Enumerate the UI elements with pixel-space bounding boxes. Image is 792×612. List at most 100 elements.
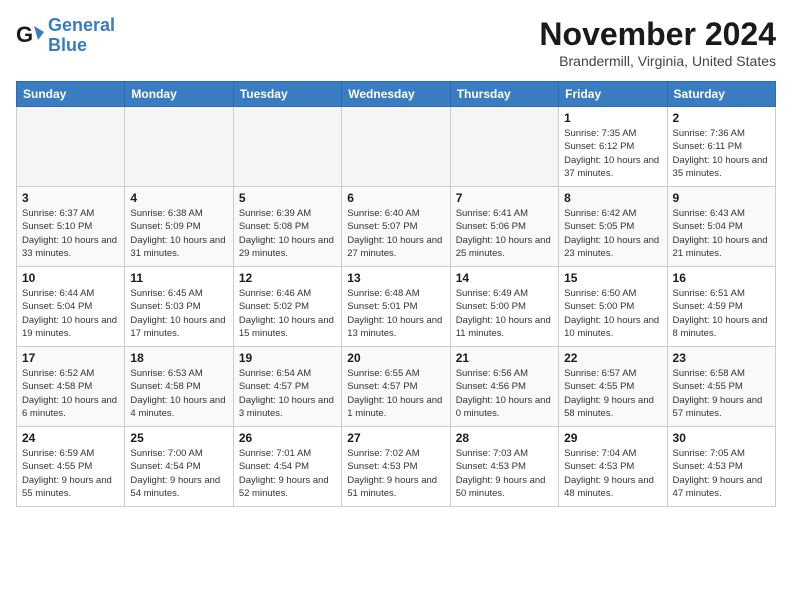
day-number: 19 [239, 351, 336, 365]
calendar-cell [450, 107, 558, 187]
day-info: Sunrise: 6:53 AM Sunset: 4:58 PM Dayligh… [130, 367, 227, 420]
calendar-cell [17, 107, 125, 187]
calendar-cell: 6 Sunrise: 6:40 AM Sunset: 5:07 PM Daylig… [342, 187, 450, 267]
day-number: 24 [22, 431, 119, 445]
weekday-header: Saturday [667, 82, 775, 107]
day-info: Sunrise: 6:58 AM Sunset: 4:55 PM Dayligh… [673, 367, 770, 420]
calendar-header-row: SundayMondayTuesdayWednesdayThursdayFrid… [17, 82, 776, 107]
day-info: Sunrise: 6:39 AM Sunset: 5:08 PM Dayligh… [239, 207, 336, 260]
calendar-cell: 20 Sunrise: 6:55 AM Sunset: 4:57 PM Dayli… [342, 347, 450, 427]
day-number: 30 [673, 431, 770, 445]
day-info: Sunrise: 6:50 AM Sunset: 5:00 PM Dayligh… [564, 287, 661, 340]
day-info: Sunrise: 6:51 AM Sunset: 4:59 PM Dayligh… [673, 287, 770, 340]
day-info: Sunrise: 7:02 AM Sunset: 4:53 PM Dayligh… [347, 447, 444, 500]
day-info: Sunrise: 6:49 AM Sunset: 5:00 PM Dayligh… [456, 287, 553, 340]
day-info: Sunrise: 6:56 AM Sunset: 4:56 PM Dayligh… [456, 367, 553, 420]
day-info: Sunrise: 6:41 AM Sunset: 5:06 PM Dayligh… [456, 207, 553, 260]
calendar-cell: 29Sunrise: 7:04 AM Sunset: 4:53 PM Dayli… [559, 427, 667, 507]
day-info: Sunrise: 6:59 AM Sunset: 4:55 PM Dayligh… [22, 447, 119, 500]
day-number: 16 [673, 271, 770, 285]
weekday-header: Wednesday [342, 82, 450, 107]
weekday-header: Thursday [450, 82, 558, 107]
calendar-cell: 30 Sunrise: 7:05 AM Sunset: 4:53 PM Dayli… [667, 427, 775, 507]
calendar-cell: 9Sunrise: 6:43 AM Sunset: 5:04 PM Daylig… [667, 187, 775, 267]
day-number: 27 [347, 431, 444, 445]
day-number: 28 [456, 431, 553, 445]
day-info: Sunrise: 6:55 AM Sunset: 4:57 PM Dayligh… [347, 367, 444, 420]
day-info: Sunrise: 7:01 AM Sunset: 4:54 PM Dayligh… [239, 447, 336, 500]
calendar-cell: 1Sunrise: 7:35 AM Sunset: 6:12 PM Daylig… [559, 107, 667, 187]
calendar-cell: 28 Sunrise: 7:03 AM Sunset: 4:53 PM Dayli… [450, 427, 558, 507]
day-number: 8 [564, 191, 661, 205]
weekday-header: Sunday [17, 82, 125, 107]
day-number: 21 [456, 351, 553, 365]
calendar-cell: 18 Sunrise: 6:53 AM Sunset: 4:58 PM Dayli… [125, 347, 233, 427]
calendar-cell: 3 Sunrise: 6:37 AM Sunset: 5:10 PM Daylig… [17, 187, 125, 267]
day-info: Sunrise: 6:45 AM Sunset: 5:03 PM Dayligh… [130, 287, 227, 340]
day-info: Sunrise: 7:04 AM Sunset: 4:53 PM Dayligh… [564, 447, 661, 500]
day-info: Sunrise: 6:54 AM Sunset: 4:57 PM Dayligh… [239, 367, 336, 420]
day-number: 18 [130, 351, 227, 365]
calendar-cell: 26 Sunrise: 7:01 AM Sunset: 4:54 PM Dayli… [233, 427, 341, 507]
calendar-cell: 8 Sunrise: 6:42 AM Sunset: 5:05 PM Daylig… [559, 187, 667, 267]
calendar-cell: 27 Sunrise: 7:02 AM Sunset: 4:53 PM Dayli… [342, 427, 450, 507]
day-info: Sunrise: 6:42 AM Sunset: 5:05 PM Dayligh… [564, 207, 661, 260]
calendar-week-row: 1Sunrise: 7:35 AM Sunset: 6:12 PM Daylig… [17, 107, 776, 187]
logo-line2: Blue [48, 35, 87, 55]
day-number: 15 [564, 271, 661, 285]
calendar-cell: 12Sunrise: 6:46 AM Sunset: 5:02 PM Dayli… [233, 267, 341, 347]
calendar-cell: 16 Sunrise: 6:51 AM Sunset: 4:59 PM Dayli… [667, 267, 775, 347]
calendar-cell: 11Sunrise: 6:45 AM Sunset: 5:03 PM Dayli… [125, 267, 233, 347]
day-info: Sunrise: 6:57 AM Sunset: 4:55 PM Dayligh… [564, 367, 661, 420]
weekday-header: Friday [559, 82, 667, 107]
calendar-cell: 2Sunrise: 7:36 AM Sunset: 6:11 PM Daylig… [667, 107, 775, 187]
calendar-cell: 25 Sunrise: 7:00 AM Sunset: 4:54 PM Dayli… [125, 427, 233, 507]
calendar-cell: 7Sunrise: 6:41 AM Sunset: 5:06 PM Daylig… [450, 187, 558, 267]
day-info: Sunrise: 6:38 AM Sunset: 5:09 PM Dayligh… [130, 207, 227, 260]
day-info: Sunrise: 7:35 AM Sunset: 6:12 PM Dayligh… [564, 127, 661, 180]
day-number: 22 [564, 351, 661, 365]
day-number: 3 [22, 191, 119, 205]
day-info: Sunrise: 6:52 AM Sunset: 4:58 PM Dayligh… [22, 367, 119, 420]
logo-icon: G [16, 22, 44, 50]
calendar-cell: 13Sunrise: 6:48 AM Sunset: 5:01 PM Dayli… [342, 267, 450, 347]
title-block: November 2024 Brandermill, Virginia, Uni… [539, 16, 776, 69]
day-info: Sunrise: 7:36 AM Sunset: 6:11 PM Dayligh… [673, 127, 770, 180]
day-info: Sunrise: 6:44 AM Sunset: 5:04 PM Dayligh… [22, 287, 119, 340]
calendar-week-row: 17Sunrise: 6:52 AM Sunset: 4:58 PM Dayli… [17, 347, 776, 427]
day-info: Sunrise: 7:05 AM Sunset: 4:53 PM Dayligh… [673, 447, 770, 500]
calendar-cell [342, 107, 450, 187]
calendar-cell [233, 107, 341, 187]
location: Brandermill, Virginia, United States [539, 53, 776, 69]
day-number: 23 [673, 351, 770, 365]
calendar-cell [125, 107, 233, 187]
logo-text: General Blue [48, 16, 115, 56]
day-number: 20 [347, 351, 444, 365]
calendar-cell: 24 Sunrise: 6:59 AM Sunset: 4:55 PM Dayli… [17, 427, 125, 507]
day-number: 5 [239, 191, 336, 205]
day-number: 26 [239, 431, 336, 445]
calendar-cell: 22 Sunrise: 6:57 AM Sunset: 4:55 PM Dayli… [559, 347, 667, 427]
calendar-week-row: 24 Sunrise: 6:59 AM Sunset: 4:55 PM Dayli… [17, 427, 776, 507]
logo-line1: General [48, 15, 115, 35]
day-number: 25 [130, 431, 227, 445]
calendar-cell: 14 Sunrise: 6:49 AM Sunset: 5:00 PM Dayli… [450, 267, 558, 347]
month-title: November 2024 [539, 16, 776, 53]
day-number: 10 [22, 271, 119, 285]
day-number: 6 [347, 191, 444, 205]
logo: G General Blue [16, 16, 115, 56]
day-info: Sunrise: 7:03 AM Sunset: 4:53 PM Dayligh… [456, 447, 553, 500]
day-info: Sunrise: 6:43 AM Sunset: 5:04 PM Dayligh… [673, 207, 770, 260]
page-header: G General Blue November 2024 Brandermill… [16, 16, 776, 69]
day-info: Sunrise: 6:37 AM Sunset: 5:10 PM Dayligh… [22, 207, 119, 260]
day-number: 14 [456, 271, 553, 285]
day-info: Sunrise: 6:40 AM Sunset: 5:07 PM Dayligh… [347, 207, 444, 260]
day-info: Sunrise: 7:00 AM Sunset: 4:54 PM Dayligh… [130, 447, 227, 500]
calendar-week-row: 3 Sunrise: 6:37 AM Sunset: 5:10 PM Daylig… [17, 187, 776, 267]
calendar-cell: 23 Sunrise: 6:58 AM Sunset: 4:55 PM Dayli… [667, 347, 775, 427]
calendar-table: SundayMondayTuesdayWednesdayThursdayFrid… [16, 81, 776, 507]
calendar-cell: 19 Sunrise: 6:54 AM Sunset: 4:57 PM Dayli… [233, 347, 341, 427]
calendar-cell: 4Sunrise: 6:38 AM Sunset: 5:09 PM Daylig… [125, 187, 233, 267]
calendar-cell: 17Sunrise: 6:52 AM Sunset: 4:58 PM Dayli… [17, 347, 125, 427]
weekday-header: Tuesday [233, 82, 341, 107]
